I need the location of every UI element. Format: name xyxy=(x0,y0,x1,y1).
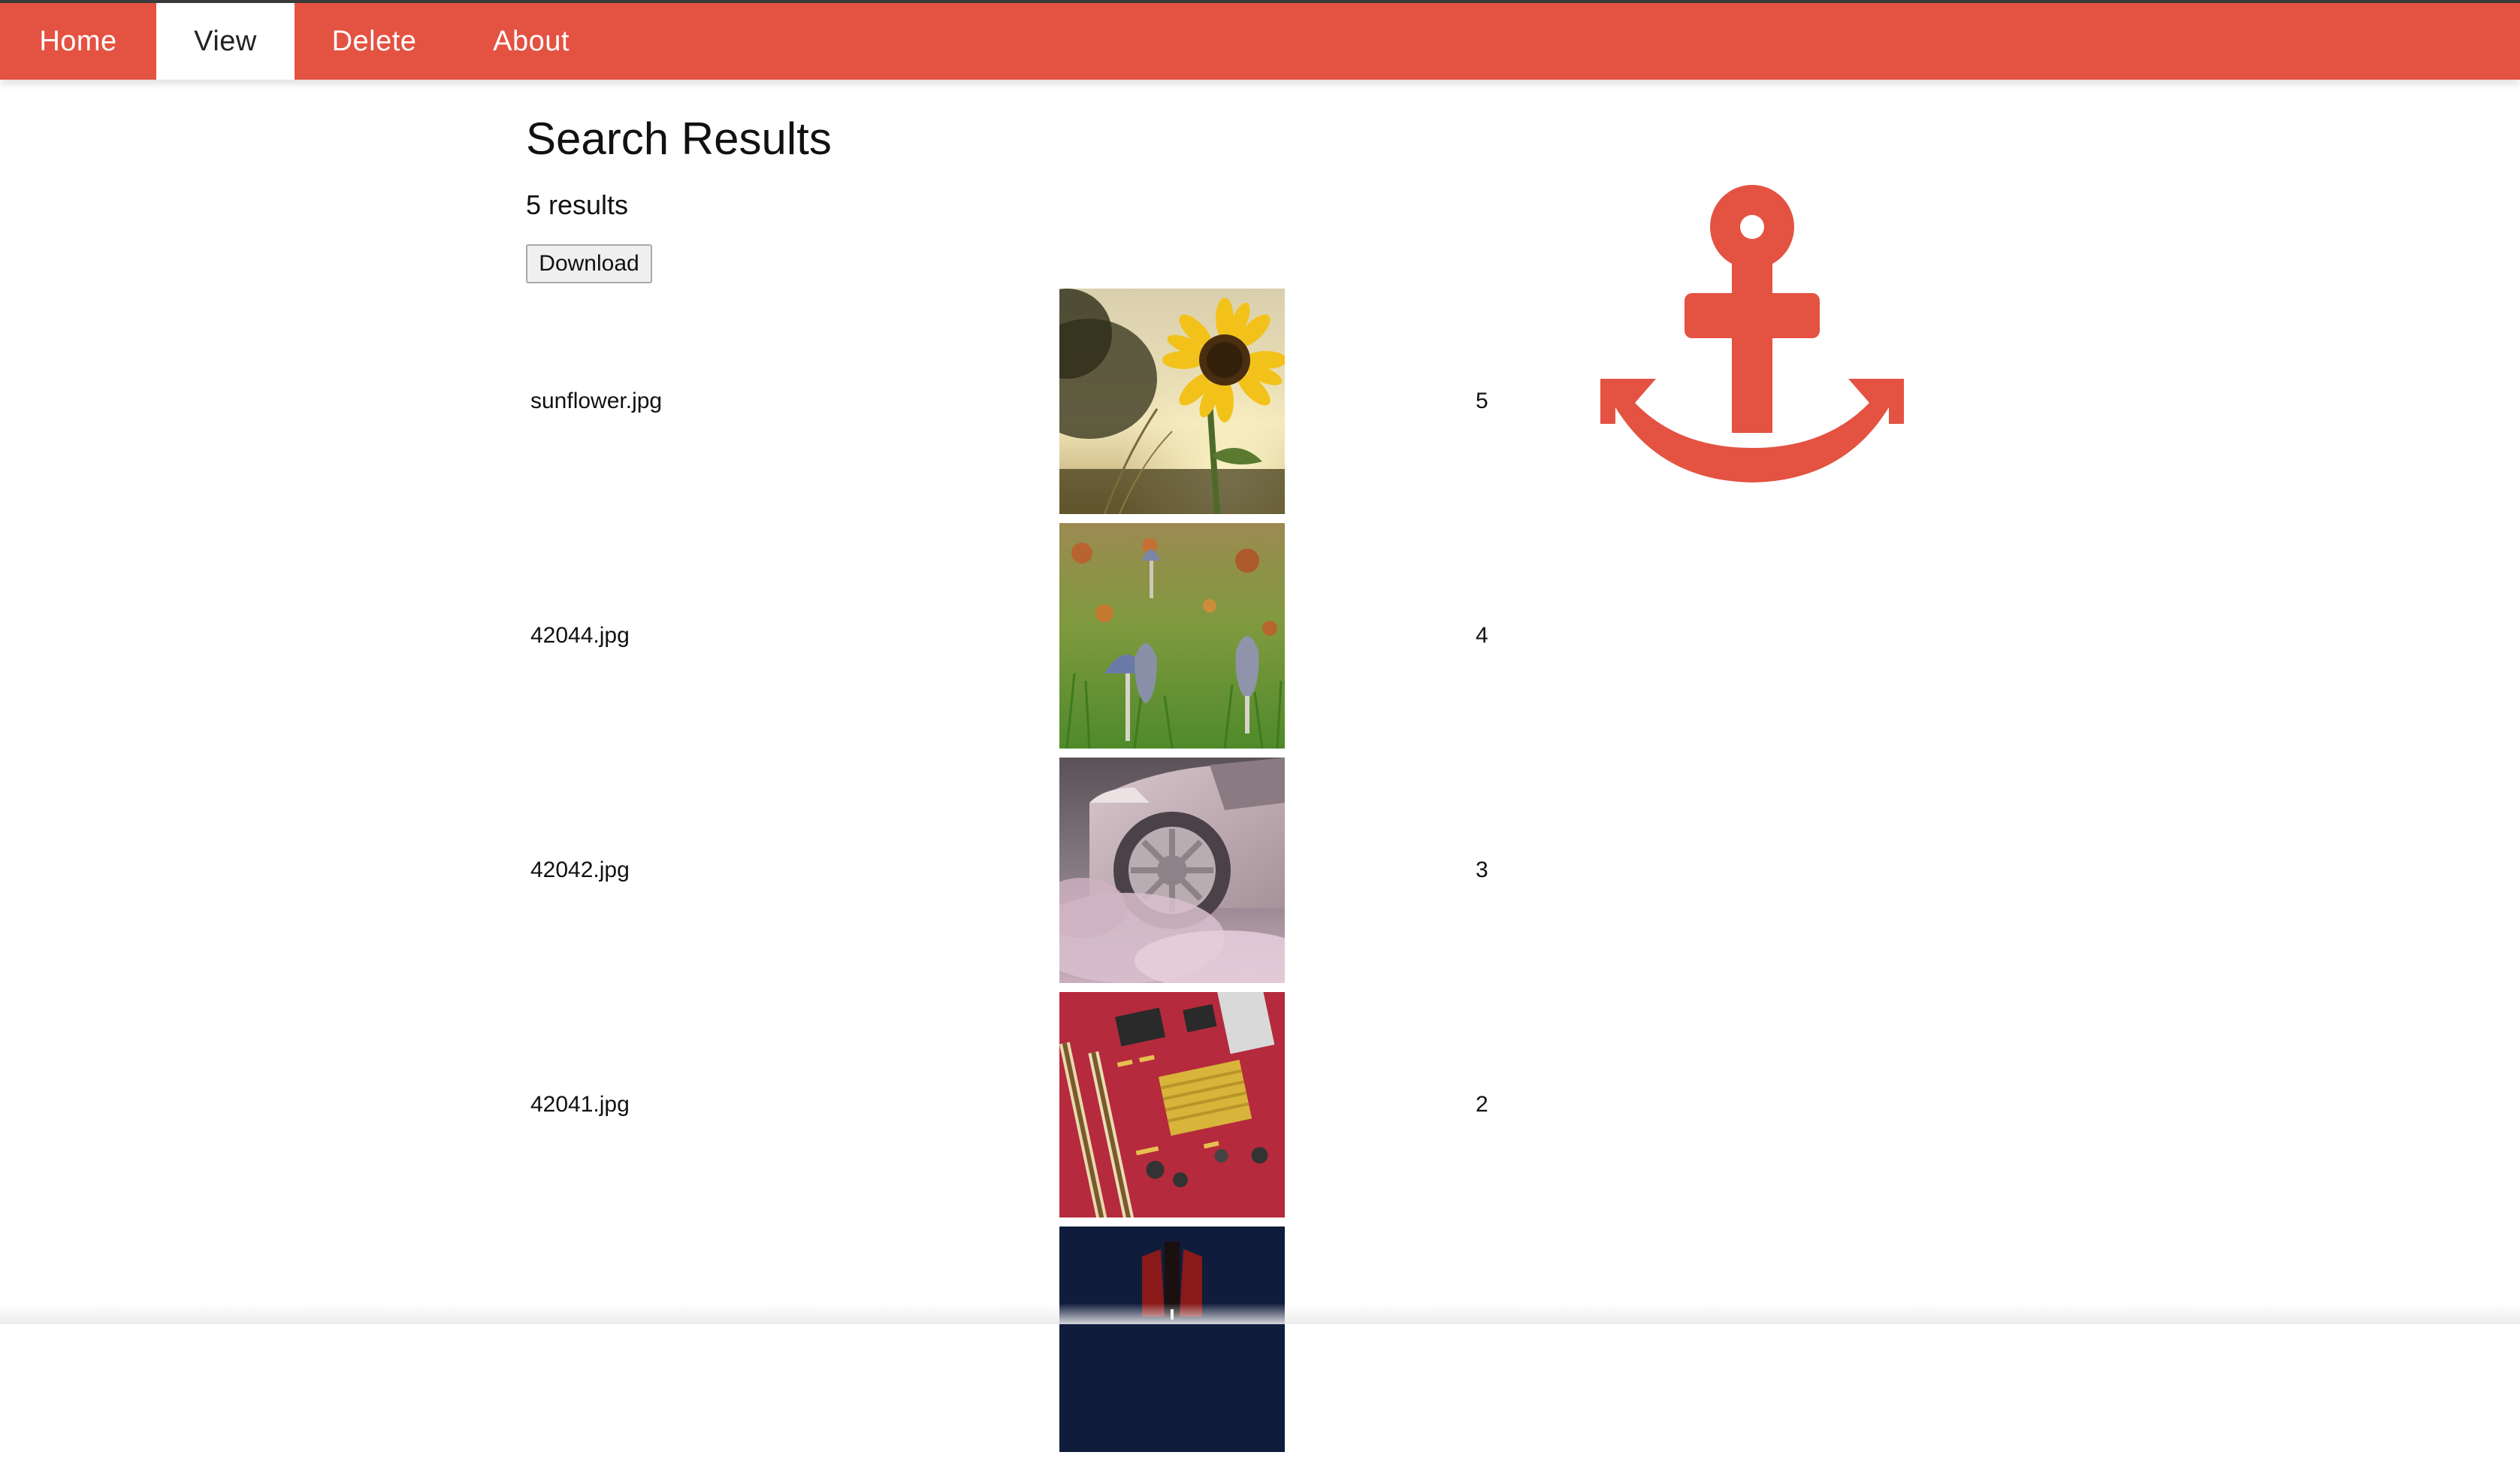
nav-delete[interactable]: Delete xyxy=(295,3,454,80)
nav-home[interactable]: Home xyxy=(0,3,156,80)
result-thumbnail-dark[interactable] xyxy=(1059,1227,1285,1452)
page-title: Search Results xyxy=(526,113,832,165)
result-count: 5 results xyxy=(526,189,628,221)
table-row: 42042.jpg xyxy=(526,758,1503,992)
nav-view[interactable]: View xyxy=(156,3,295,80)
result-rank: 4 xyxy=(1476,523,1488,749)
table-row xyxy=(526,1227,1503,1461)
result-filename: 42042.jpg xyxy=(530,758,630,983)
result-thumbnail-car[interactable] xyxy=(1059,758,1285,983)
table-row: sunflower.jpg xyxy=(526,289,1503,523)
result-rank: 2 xyxy=(1476,992,1488,1218)
anchor-icon xyxy=(1600,185,1904,485)
result-rank: 3 xyxy=(1476,758,1488,983)
result-rank: 5 xyxy=(1476,289,1488,514)
table-row: 42041.jpg xyxy=(526,992,1503,1227)
result-filename: sunflower.jpg xyxy=(530,289,662,514)
results-table: sunflower.jpg xyxy=(526,289,1503,1461)
result-filename: 42044.jpg xyxy=(530,523,630,749)
top-navbar: Home View Delete About xyxy=(0,3,2520,80)
nav-about[interactable]: About xyxy=(454,3,609,80)
result-thumbnail-mushrooms[interactable] xyxy=(1059,523,1285,749)
download-button[interactable]: Download xyxy=(526,244,652,283)
bottom-shadow xyxy=(0,1303,2520,1324)
result-thumbnail-circuit-board[interactable] xyxy=(1059,992,1285,1218)
result-filename: 42041.jpg xyxy=(530,992,630,1218)
table-row: 42044.jpg xyxy=(526,523,1503,758)
result-thumbnail-sunflower[interactable] xyxy=(1059,289,1285,514)
